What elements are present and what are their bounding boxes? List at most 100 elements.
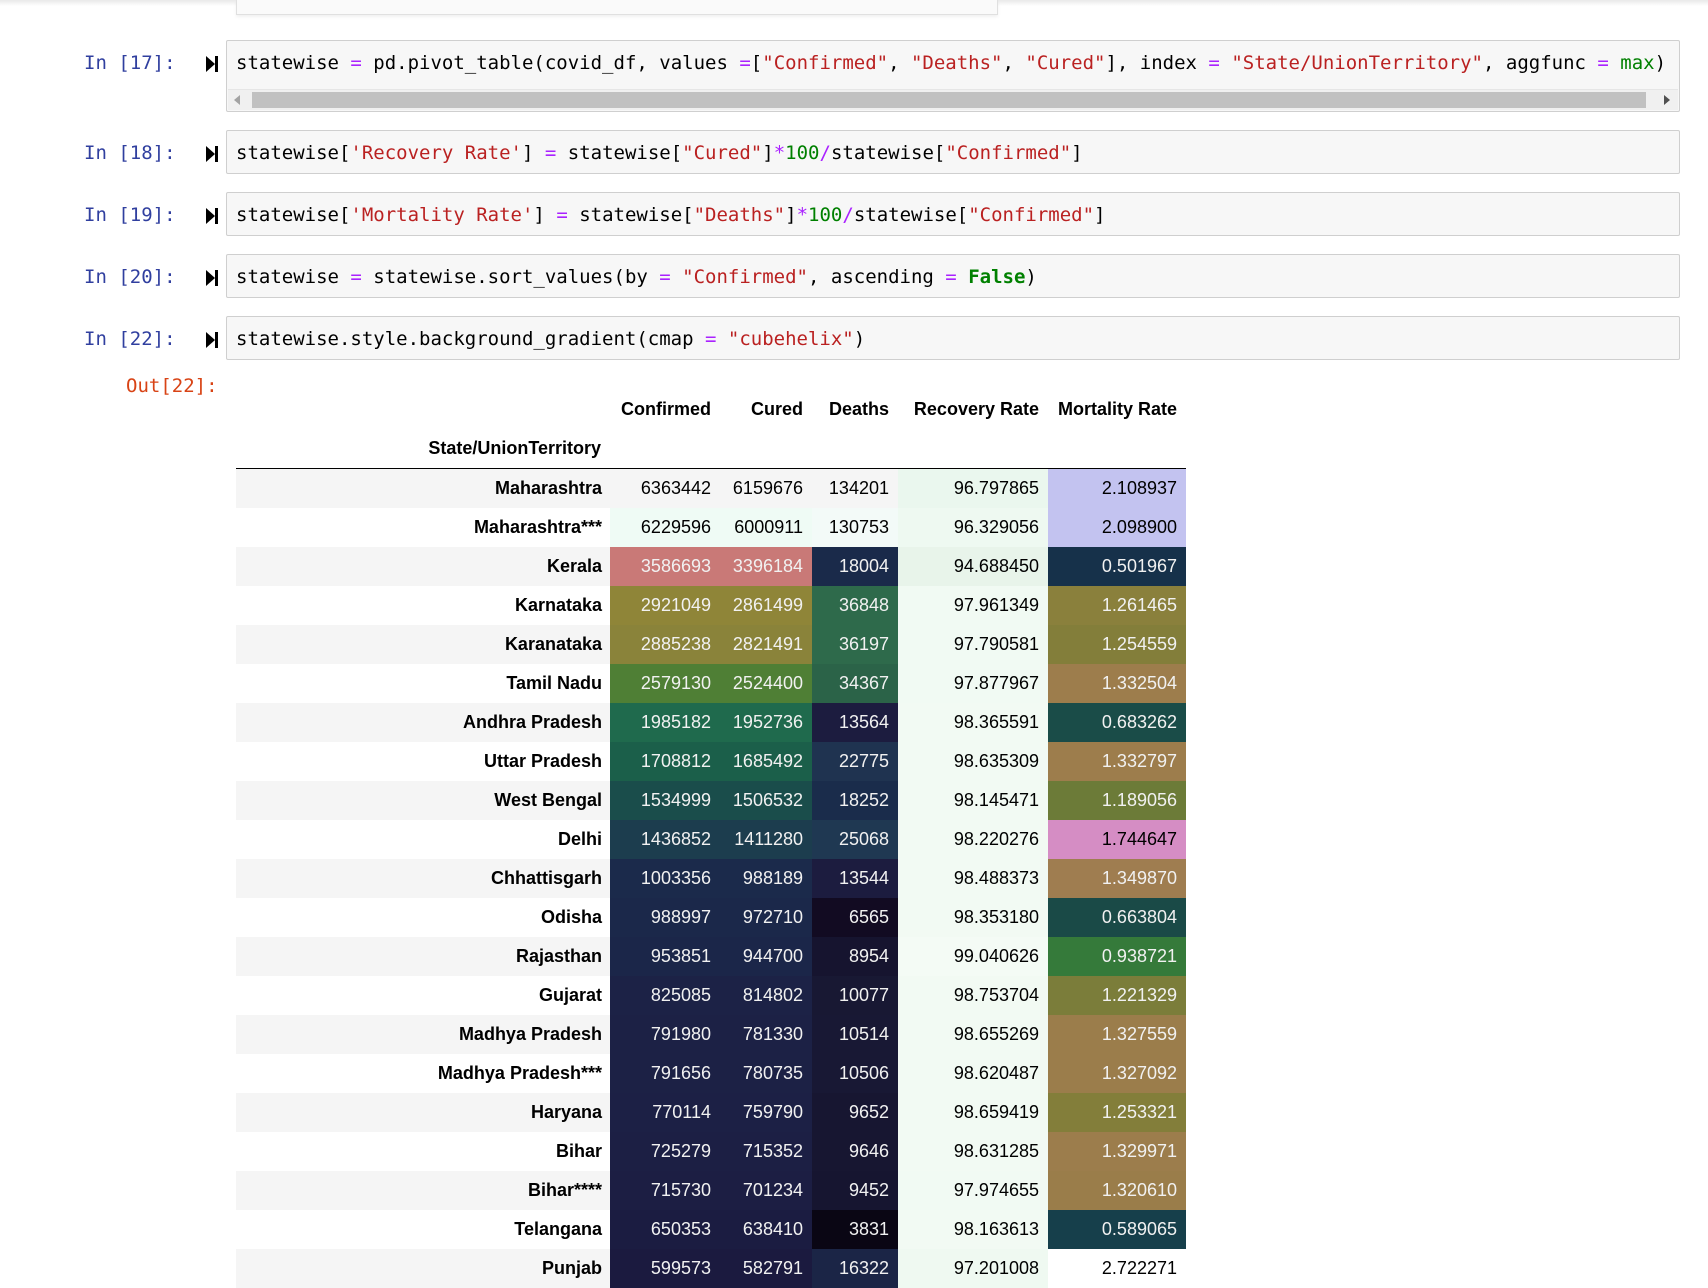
row-index-label: Kerala <box>236 547 610 586</box>
table-cell: 134201 <box>812 469 898 509</box>
table-cell: 1003356 <box>610 859 720 898</box>
table-cell: 770114 <box>610 1093 720 1132</box>
input-prompt-5: In [22]: <box>84 328 194 350</box>
scroll-right-icon[interactable] <box>1664 95 1670 105</box>
collapse-toggle-icon[interactable] <box>205 144 219 164</box>
collapse-toggle-icon[interactable] <box>205 268 219 288</box>
code-text[interactable]: statewise['Recovery Rate'] = statewise["… <box>236 142 1083 164</box>
table-cell: 98.659419 <box>898 1093 1048 1132</box>
dataframe-output: ConfirmedCuredDeathsRecovery RateMortali… <box>236 390 1186 1288</box>
table-cell: 2.098900 <box>1048 508 1186 547</box>
table-cell: 972710 <box>720 898 812 937</box>
table-cell: 1.327559 <box>1048 1015 1186 1054</box>
collapse-toggle-icon[interactable] <box>205 330 219 350</box>
table-cell: 599573 <box>610 1249 720 1288</box>
table-row: Madhya Pradesh7919807813301051498.655269… <box>236 1015 1186 1054</box>
table-cell: 0.663804 <box>1048 898 1186 937</box>
code-input-area[interactable]: statewise = pd.pivot_table(covid_df, val… <box>226 40 1680 112</box>
horizontal-scrollbar[interactable] <box>228 89 1678 110</box>
table-cell: 98.655269 <box>898 1015 1048 1054</box>
table-cell: 1.320610 <box>1048 1171 1186 1210</box>
table-row: Karnataka292104928614993684897.9613491.2… <box>236 586 1186 625</box>
table-cell: 97.201008 <box>898 1249 1048 1288</box>
table-cell: 18004 <box>812 547 898 586</box>
table-cell: 944700 <box>720 937 812 976</box>
index-header-row: State/UnionTerritory <box>236 429 1186 469</box>
table-cell: 6229596 <box>610 508 720 547</box>
table-cell: 1.327092 <box>1048 1054 1186 1093</box>
table-cell: 814802 <box>720 976 812 1015</box>
table-cell: 97.974655 <box>898 1171 1048 1210</box>
index-header-blank <box>898 429 1048 469</box>
table-row: Kerala358669333961841800494.6884500.5019… <box>236 547 1186 586</box>
row-index-label: West Bengal <box>236 781 610 820</box>
table-row: Telangana650353638410383198.1636130.5890… <box>236 1210 1186 1249</box>
row-index-label: Andhra Pradesh <box>236 703 610 742</box>
table-cell: 130753 <box>812 508 898 547</box>
index-header-blank <box>1048 429 1186 469</box>
code-input-area[interactable]: statewise['Recovery Rate'] = statewise["… <box>226 130 1680 174</box>
table-cell: 1.329971 <box>1048 1132 1186 1171</box>
table-row: West Bengal153499915065321825298.1454711… <box>236 781 1186 820</box>
table-cell: 97.961349 <box>898 586 1048 625</box>
table-cell: 1.261465 <box>1048 586 1186 625</box>
row-index-label: Odisha <box>236 898 610 937</box>
column-header: Recovery Rate <box>898 390 1048 429</box>
table-cell: 1685492 <box>720 742 812 781</box>
table-cell: 10514 <box>812 1015 898 1054</box>
table-cell: 1.189056 <box>1048 781 1186 820</box>
table-row: Maharashtra***6229596600091113075396.329… <box>236 508 1186 547</box>
table-row: Uttar Pradesh170881216854922277598.63530… <box>236 742 1186 781</box>
row-index-label: Bihar**** <box>236 1171 610 1210</box>
dataframe-body: Maharashtra6363442615967613420196.797865… <box>236 469 1186 1288</box>
table-row: Punjab5995735827911632297.2010082.722271 <box>236 1249 1186 1288</box>
table-cell: 1.254559 <box>1048 625 1186 664</box>
table-cell: 6565 <box>812 898 898 937</box>
table-cell: 1952736 <box>720 703 812 742</box>
table-cell: 2.108937 <box>1048 469 1186 509</box>
scroll-left-icon[interactable] <box>234 95 240 105</box>
table-cell: 98.145471 <box>898 781 1048 820</box>
table-cell: 96.797865 <box>898 469 1048 509</box>
table-cell: 759790 <box>720 1093 812 1132</box>
code-input-area[interactable]: statewise['Mortality Rate'] = statewise[… <box>226 192 1680 236</box>
table-cell: 1534999 <box>610 781 720 820</box>
table-cell: 781330 <box>720 1015 812 1054</box>
table-cell: 1411280 <box>720 820 812 859</box>
table-cell: 701234 <box>720 1171 812 1210</box>
code-input-area[interactable]: statewise = statewise.sort_values(by = "… <box>226 254 1680 298</box>
scroll-thumb[interactable] <box>252 92 1646 108</box>
table-cell: 98.488373 <box>898 859 1048 898</box>
index-header-blank <box>812 429 898 469</box>
index-header-blank <box>720 429 812 469</box>
row-index-label: Delhi <box>236 820 610 859</box>
collapse-toggle-icon[interactable] <box>205 206 219 226</box>
row-index-label: Punjab <box>236 1249 610 1288</box>
row-index-label: Haryana <box>236 1093 610 1132</box>
table-cell: 1985182 <box>610 703 720 742</box>
table-cell: 715352 <box>720 1132 812 1171</box>
row-index-label: Gujarat <box>236 976 610 1015</box>
table-cell: 1.253321 <box>1048 1093 1186 1132</box>
table-cell: 97.790581 <box>898 625 1048 664</box>
column-header: Confirmed <box>610 390 720 429</box>
column-header-row: ConfirmedCuredDeathsRecovery RateMortali… <box>236 390 1186 429</box>
code-input-area[interactable]: statewise.style.background_gradient(cmap… <box>226 316 1680 360</box>
row-index-label: Karnataka <box>236 586 610 625</box>
row-index-label: Madhya Pradesh*** <box>236 1054 610 1093</box>
code-text[interactable]: statewise = pd.pivot_table(covid_df, val… <box>236 52 1666 74</box>
table-cell: 0.589065 <box>1048 1210 1186 1249</box>
code-text[interactable]: statewise.style.background_gradient(cmap… <box>236 328 865 350</box>
table-cell: 36848 <box>812 586 898 625</box>
table-cell: 99.040626 <box>898 937 1048 976</box>
row-index-label: Bihar <box>236 1132 610 1171</box>
table-cell: 715730 <box>610 1171 720 1210</box>
table-cell: 780735 <box>720 1054 812 1093</box>
table-cell: 638410 <box>720 1210 812 1249</box>
collapse-toggle-icon[interactable] <box>205 54 219 74</box>
code-text[interactable]: statewise['Mortality Rate'] = statewise[… <box>236 204 1106 226</box>
code-text[interactable]: statewise = statewise.sort_values(by = "… <box>236 266 1037 288</box>
output-prompt: Out[22]: <box>126 375 236 397</box>
row-index-label: Maharashtra <box>236 469 610 509</box>
table-cell: 2524400 <box>720 664 812 703</box>
